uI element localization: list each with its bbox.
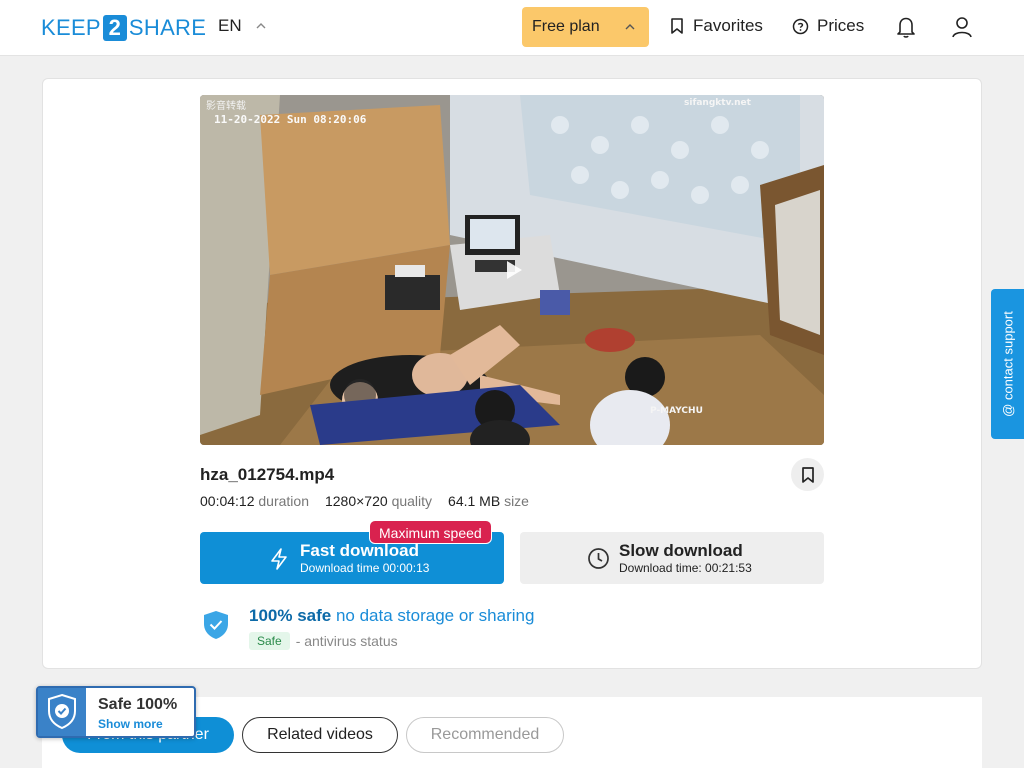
site-logo[interactable]: KEEP 2 SHARE: [41, 15, 206, 41]
favorites-link[interactable]: Favorites: [669, 16, 763, 36]
favorites-label: Favorites: [693, 16, 763, 35]
file-meta: 00:04:12 duration 1280×720 quality 64.1 …: [200, 493, 529, 509]
tab-related-videos[interactable]: Related videos: [242, 717, 398, 753]
antivirus-status-text: - antivirus status: [295, 633, 398, 649]
tab-label: Related videos: [267, 726, 373, 743]
size-label: size: [504, 493, 529, 509]
antivirus-badge: Safe: [249, 632, 290, 650]
clock-icon: [588, 548, 609, 569]
plan-label: Free plan: [532, 18, 600, 35]
quality-label: quality: [391, 493, 433, 509]
safe-widget-title: Safe 100%: [98, 696, 178, 713]
plan-dropdown[interactable]: Free plan: [522, 7, 649, 47]
video-overlay-timestamp: 11-20-2022 Sun 08:20:06: [214, 113, 367, 126]
shield-check-icon: [204, 611, 228, 639]
user-icon[interactable]: [951, 15, 973, 39]
prices-label: Prices: [817, 16, 865, 35]
bookmark-icon: [671, 18, 683, 34]
prices-link[interactable]: Prices: [792, 16, 864, 36]
logo-text-keep: KEEP: [41, 15, 101, 40]
bell-icon[interactable]: [895, 15, 917, 39]
bookmark-icon: [801, 466, 814, 483]
safe-widget-link[interactable]: Show more: [98, 717, 163, 731]
duration-label: duration: [258, 493, 309, 509]
contact-support-label: @ contact support: [1000, 311, 1015, 417]
help-circle-icon: [792, 18, 809, 34]
meta-duration: 00:04:12 duration: [200, 493, 309, 509]
duration-value: 00:04:12: [200, 493, 255, 509]
safety-headline-bold: 100% safe: [249, 606, 332, 625]
safe-widget[interactable]: Safe 100% Show more: [36, 686, 196, 738]
language-label: EN: [218, 16, 242, 35]
size-value: 64.1 MB: [448, 493, 501, 509]
max-speed-badge: Maximum speed: [369, 520, 492, 544]
add-to-favorites-button[interactable]: [791, 458, 824, 491]
top-header: KEEP 2 SHARE EN Free plan Favorites Prices: [0, 0, 1024, 56]
meta-quality: 1280×720 quality: [325, 493, 432, 509]
safe-widget-icon-bg: [38, 688, 86, 736]
chevron-up-icon: [625, 24, 635, 30]
fast-download-time: Download time 00:00:13: [300, 561, 430, 575]
meta-size: 64.1 MB size: [448, 493, 529, 509]
video-overlay-watermark: sifangktv.net: [684, 98, 752, 108]
logo-text-share: SHARE: [128, 15, 207, 40]
file-name: hza_012754.mp4: [200, 465, 335, 484]
language-selector[interactable]: EN: [218, 16, 268, 36]
safety-headline: 100% safe no data storage or sharing: [249, 606, 534, 626]
lightning-icon: [271, 548, 287, 570]
quality-value: 1280×720: [324, 493, 388, 509]
contact-support-tab[interactable]: @ contact support: [991, 289, 1024, 439]
slow-download-time: Download time: 00:21:53: [619, 561, 752, 575]
slow-download-button[interactable]: Slow download Download time: 00:21:53: [520, 532, 824, 584]
antivirus-status: Safe - antivirus status: [249, 632, 398, 650]
tab-recommended[interactable]: Recommended: [406, 717, 564, 753]
play-icon[interactable]: [503, 259, 525, 281]
chevron-up-icon: [256, 23, 266, 29]
safety-headline-rest: no data storage or sharing: [335, 606, 535, 625]
video-overlay-channel: 影音转载: [206, 99, 246, 112]
video-overlay-name: P-MAYCHU: [650, 406, 703, 416]
shield-check-icon: [48, 693, 76, 730]
slow-download-title: Slow download: [619, 541, 743, 560]
logo-text-2: 2: [102, 15, 127, 41]
tab-label: Recommended: [430, 726, 540, 743]
